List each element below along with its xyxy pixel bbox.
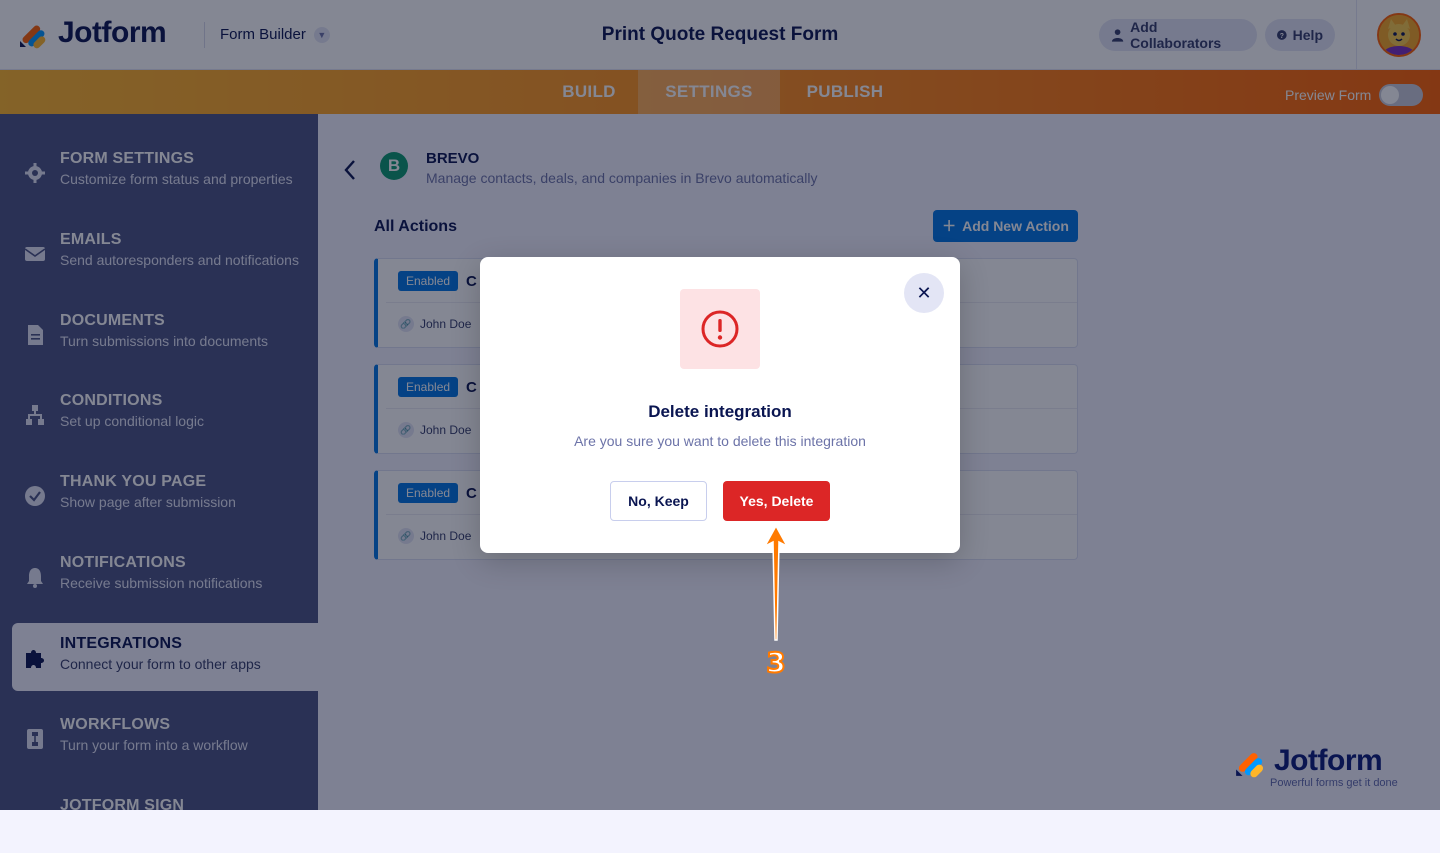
watermark-brand: Jotform (1274, 744, 1383, 777)
warning-box (680, 289, 760, 369)
dialog-message: Are you sure you want to delete this int… (574, 433, 866, 449)
jotform-logo-icon (1236, 753, 1264, 778)
no-keep-button[interactable]: No, Keep (610, 481, 707, 521)
watermark-tagline: Powerful forms get it done (1270, 777, 1398, 789)
exclamation-icon (701, 310, 739, 348)
delete-integration-dialog: ✕ Delete integration Are you sure you wa… (480, 257, 960, 553)
step-number: 3 (765, 645, 786, 680)
dialog-title: Delete integration (648, 402, 792, 421)
close-button[interactable]: ✕ (904, 273, 944, 313)
yes-delete-button[interactable]: Yes, Delete (723, 481, 830, 521)
close-icon: ✕ (916, 282, 932, 303)
